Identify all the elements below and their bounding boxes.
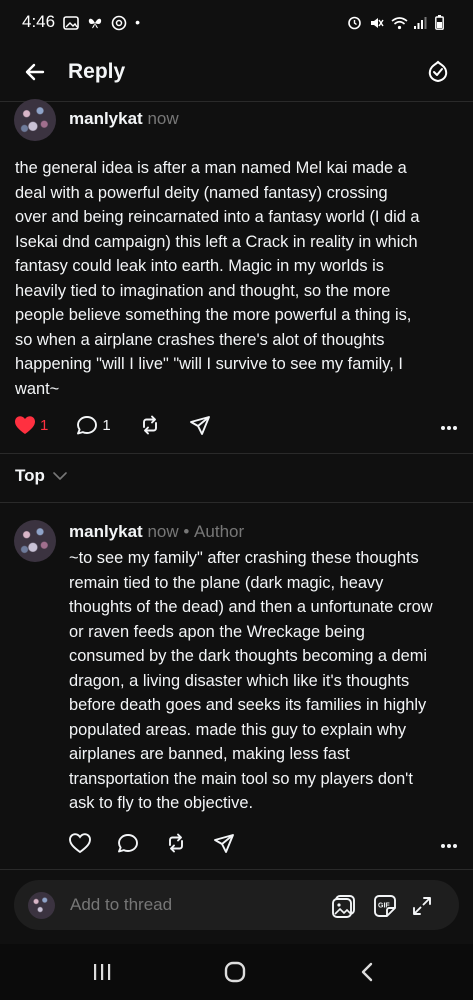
signal-icon bbox=[413, 15, 429, 29]
like-count: 1 bbox=[40, 416, 49, 434]
mute-icon bbox=[369, 15, 385, 29]
top-app-bar: Reply bbox=[0, 44, 473, 100]
page-title: Reply bbox=[68, 60, 126, 83]
composer-placeholder[interactable]: Add to thread bbox=[70, 895, 172, 915]
more-options-button[interactable] bbox=[440, 414, 458, 437]
chevron-down-icon bbox=[53, 466, 67, 486]
header-divider bbox=[0, 101, 473, 102]
post-username[interactable]: manlykat now bbox=[69, 109, 179, 129]
wifi-icon bbox=[391, 15, 408, 30]
chevron-left-icon[interactable] bbox=[352, 960, 382, 984]
sort-label: Top bbox=[15, 466, 45, 485]
username-text[interactable]: manlykat bbox=[69, 109, 143, 128]
post-actions: 1 1 bbox=[14, 414, 211, 436]
home-icon[interactable] bbox=[220, 960, 250, 984]
author-tag: Author bbox=[194, 522, 245, 541]
dot-icon: • bbox=[135, 14, 140, 30]
post-timestamp: now bbox=[147, 109, 179, 128]
section-divider bbox=[0, 502, 473, 503]
heart-icon bbox=[14, 415, 36, 436]
post-body: the general idea is after a man named Me… bbox=[15, 159, 420, 398]
image-icon[interactable] bbox=[330, 892, 358, 920]
meta-separator: • bbox=[183, 522, 190, 541]
reply-count: 1 bbox=[102, 416, 111, 434]
username-text[interactable]: manlykat bbox=[69, 522, 143, 541]
threads-status-icon bbox=[111, 15, 127, 31]
more-options-button[interactable] bbox=[440, 832, 458, 855]
reply-composer[interactable]: Add to thread GIF bbox=[14, 880, 459, 930]
status-bar: 4:46 • bbox=[0, 0, 473, 44]
alarm-icon bbox=[347, 15, 363, 30]
butterfly-icon bbox=[87, 15, 103, 29]
share-button[interactable] bbox=[213, 832, 235, 854]
repost-button[interactable] bbox=[139, 414, 161, 436]
comment-icon bbox=[76, 415, 98, 436]
post-divider bbox=[0, 453, 473, 454]
send-icon bbox=[189, 414, 211, 436]
repost-icon bbox=[165, 832, 187, 854]
notification-bell-icon[interactable] bbox=[421, 55, 455, 89]
reply-button[interactable]: 1 bbox=[76, 415, 111, 436]
system-nav-bar bbox=[0, 944, 473, 1000]
avatar[interactable] bbox=[14, 520, 56, 562]
sort-dropdown[interactable]: Top bbox=[15, 466, 67, 486]
reply-button[interactable] bbox=[117, 833, 139, 854]
gallery-icon bbox=[63, 15, 79, 30]
expand-icon[interactable] bbox=[408, 892, 436, 920]
svg-text:GIF: GIF bbox=[378, 903, 390, 910]
composer-divider bbox=[0, 869, 473, 870]
repost-button[interactable] bbox=[165, 832, 187, 854]
more-horizontal-icon bbox=[440, 832, 458, 854]
share-button[interactable] bbox=[189, 414, 211, 436]
post-timestamp: now bbox=[147, 522, 179, 541]
battery-icon bbox=[435, 15, 451, 30]
status-time: 4:46 bbox=[22, 12, 56, 31]
recents-icon[interactable] bbox=[87, 960, 117, 984]
post-actions bbox=[69, 832, 235, 854]
comment-icon bbox=[117, 833, 139, 854]
avatar[interactable] bbox=[14, 99, 56, 141]
post-username[interactable]: manlykat now • Author bbox=[69, 522, 244, 542]
heart-icon bbox=[69, 832, 91, 854]
composer-avatar bbox=[28, 892, 55, 919]
gif-icon[interactable]: GIF bbox=[371, 892, 399, 920]
repost-icon bbox=[139, 414, 161, 436]
arrow-left-icon[interactable] bbox=[18, 55, 52, 89]
send-icon bbox=[213, 832, 235, 854]
post-body: ~to see my family" after crashing these … bbox=[69, 549, 433, 812]
like-button[interactable]: 1 bbox=[14, 415, 48, 436]
like-button[interactable] bbox=[69, 832, 91, 854]
more-horizontal-icon bbox=[440, 414, 458, 436]
